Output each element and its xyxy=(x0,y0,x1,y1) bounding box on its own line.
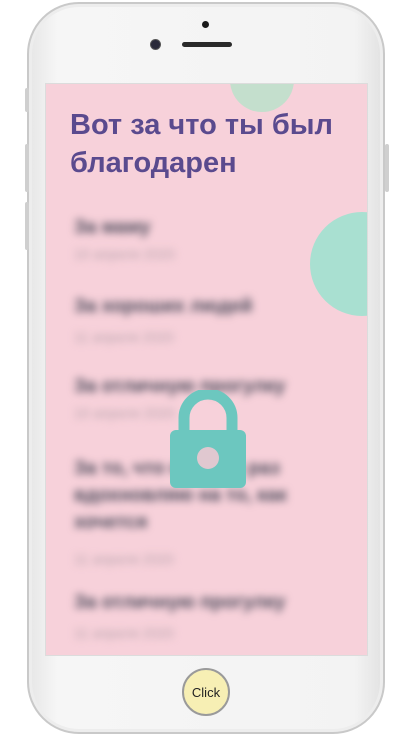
side-button-volume-up xyxy=(25,144,29,192)
side-button-silent xyxy=(25,88,29,112)
side-button-power xyxy=(385,144,389,192)
list-item-date: 11 апреля 2020 xyxy=(74,551,174,567)
earpiece-speaker xyxy=(182,42,232,47)
list-item: За отличную прогулку 11 апреля 2020 xyxy=(74,589,314,642)
list-item-date: 11 апреля 2020 xyxy=(74,329,174,345)
front-camera xyxy=(151,40,160,49)
page-title: Вот за что ты был благодарен xyxy=(70,109,333,179)
side-button-volume-down xyxy=(25,202,29,250)
home-button-label: Click xyxy=(191,684,221,700)
list-item: За маму 10 апреля 2020 xyxy=(74,214,314,263)
list-item-date: 10 апреля 2020 xyxy=(74,246,175,262)
app-screen: Вот за что ты был благодарен За маму 10 … xyxy=(45,83,368,656)
list-item-text: За отличную прогулку xyxy=(74,592,286,613)
home-button[interactable]: Click xyxy=(182,668,230,716)
list-item-text: За хороших людей xyxy=(74,296,253,317)
list-item-date: 11 апреля 2020 xyxy=(74,625,174,641)
decor-circle-right xyxy=(310,212,367,316)
sensor-dot xyxy=(202,21,209,28)
lock-icon xyxy=(170,390,246,488)
list-item: За хороших людей 11 апреля 2020 xyxy=(74,293,314,346)
list-item-text: За маму xyxy=(74,217,151,238)
